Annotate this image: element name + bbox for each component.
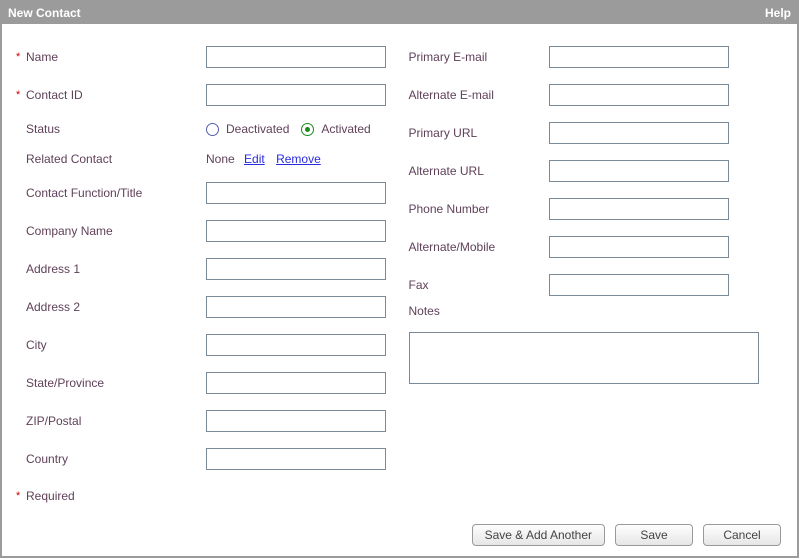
required-mark: * [16,89,26,101]
notes-textarea[interactable] [409,332,759,384]
city-input[interactable] [206,334,386,356]
address1-input[interactable] [206,258,386,280]
primary-email-input[interactable] [549,46,729,68]
related-remove-link[interactable]: Remove [276,152,321,166]
alt-mobile-input[interactable] [549,236,729,258]
alt-email-input[interactable] [549,84,729,106]
cancel-button[interactable]: Cancel [703,524,781,546]
company-label: Company Name [26,224,113,238]
function-label: Contact Function/Title [26,186,142,200]
alt-mobile-label: Alternate/Mobile [409,240,496,254]
save-button[interactable]: Save [615,524,693,546]
state-input[interactable] [206,372,386,394]
related-contact-value: None [206,152,235,166]
name-label: Name [26,50,58,64]
function-input[interactable] [206,182,386,204]
phone-label: Phone Number [409,202,490,216]
required-mark: * [16,490,26,502]
left-column: * Name * Contact ID Statu [16,38,391,510]
status-label: Status [26,122,60,136]
contact-id-input[interactable] [206,84,386,106]
help-link[interactable]: Help [765,6,791,20]
required-note: Required [26,489,75,503]
alt-email-label: Alternate E-mail [409,88,494,102]
alt-url-label: Alternate URL [409,164,484,178]
zip-label: ZIP/Postal [26,414,81,428]
right-column: Primary E-mail Alternate E-mail Primary … [409,38,784,510]
window-title: New Contact [8,6,81,20]
notes-label: Notes [409,304,440,318]
fax-label: Fax [409,278,429,292]
zip-input[interactable] [206,410,386,432]
address1-label: Address 1 [26,262,80,276]
phone-input[interactable] [549,198,729,220]
company-input[interactable] [206,220,386,242]
status-deactivated-label: Deactivated [226,122,289,136]
primary-email-label: Primary E-mail [409,50,488,64]
contact-id-label: Contact ID [26,88,83,102]
status-activated-label: Activated [321,122,370,136]
address2-input[interactable] [206,296,386,318]
save-add-another-button[interactable]: Save & Add Another [472,524,605,546]
primary-url-input[interactable] [549,122,729,144]
alt-url-input[interactable] [549,160,729,182]
country-input[interactable] [206,448,386,470]
status-activated-radio[interactable] [301,123,314,136]
related-contact-label: Related Contact [26,152,112,166]
fax-input[interactable] [549,274,729,296]
related-edit-link[interactable]: Edit [244,152,265,166]
button-row: Save & Add Another Save Cancel [2,518,797,556]
city-label: City [26,338,47,352]
name-input[interactable] [206,46,386,68]
primary-url-label: Primary URL [409,126,478,140]
titlebar: New Contact Help [2,2,797,24]
required-mark: * [16,51,26,63]
new-contact-window: New Contact Help * Name * Contact ID [0,0,799,558]
form-content: * Name * Contact ID Statu [2,24,797,518]
state-label: State/Province [26,376,104,390]
status-deactivated-radio[interactable] [206,123,219,136]
country-label: Country [26,452,68,466]
address2-label: Address 2 [26,300,80,314]
